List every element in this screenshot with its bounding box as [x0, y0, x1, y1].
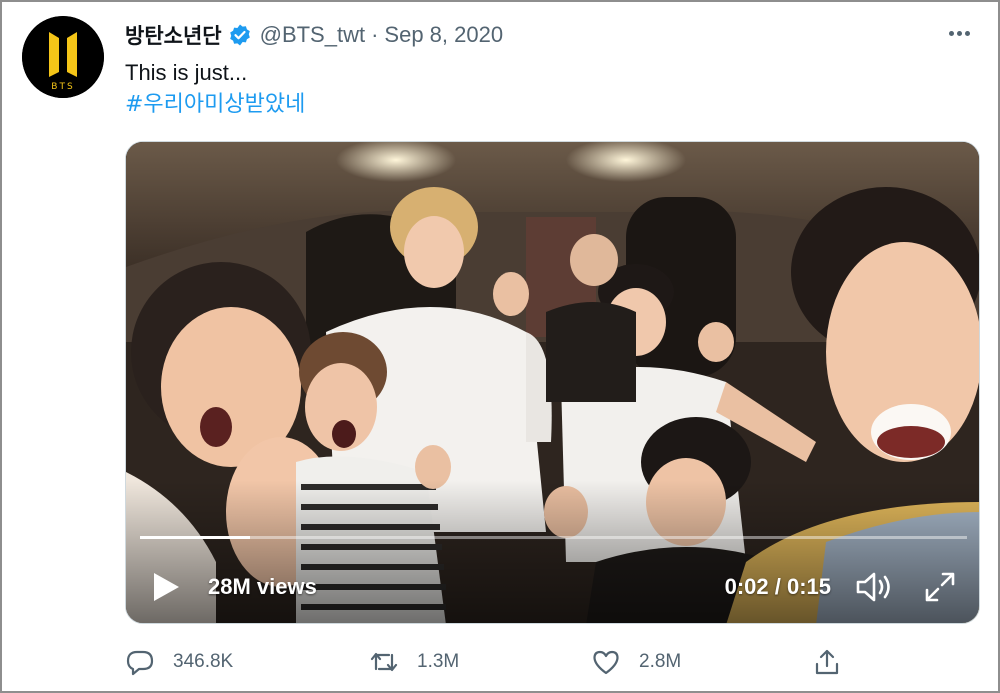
more-dot-icon	[956, 30, 962, 36]
like-button[interactable]: 2.8M	[591, 642, 681, 682]
tweet-header: 방탄소년단 @BTS_twt · Sep 8, 2020	[125, 20, 503, 50]
fullscreen-icon[interactable]	[923, 570, 957, 604]
more-dot-icon	[964, 30, 970, 36]
separator-dot: ·	[371, 22, 379, 47]
retweet-button[interactable]: 1.3M	[369, 642, 459, 682]
tweet-card: BTS 방탄소년단 @BTS_twt · Sep 8, 2020 This is…	[0, 0, 1000, 693]
retweet-icon	[370, 652, 398, 672]
more-options-button[interactable]	[944, 18, 974, 48]
bts-logo-icon: BTS	[22, 16, 104, 98]
video-time: 0:02 / 0:15	[724, 574, 831, 599]
video-progress-fill	[140, 536, 250, 539]
tweet-text: This is just...	[125, 60, 248, 85]
hashtag-link[interactable]: #우리아미상받았네	[125, 90, 305, 120]
avatar[interactable]: BTS	[22, 16, 104, 98]
video-frame-image	[126, 142, 979, 623]
reply-button[interactable]: 346.8K	[125, 642, 233, 682]
tweet-actions: 346.8K 1.3M 2.8M	[125, 642, 845, 682]
verified-badge-icon	[229, 24, 250, 46]
reply-icon	[126, 650, 154, 676]
play-icon[interactable]	[150, 570, 182, 604]
tweet-date[interactable]: Sep 8, 2020	[384, 22, 503, 48]
avatar-logo-text: BTS	[51, 82, 74, 92]
video-progress-bar[interactable]	[140, 536, 967, 539]
like-count: 2.8M	[639, 651, 682, 672]
more-dot-icon	[948, 30, 954, 36]
share-button[interactable]	[812, 642, 842, 682]
retweet-count: 1.3M	[417, 651, 460, 672]
reply-count: 346.8K	[173, 651, 234, 672]
video-player[interactable]: 28M views 0:02 / 0:15	[125, 141, 980, 624]
heart-icon	[593, 650, 619, 675]
volume-muted-icon[interactable]	[855, 570, 895, 604]
share-icon	[815, 649, 839, 675]
view-count: 28M views	[208, 574, 317, 599]
user-handle[interactable]: @BTS_twt	[260, 22, 365, 48]
display-name[interactable]: 방탄소년단	[125, 20, 222, 50]
